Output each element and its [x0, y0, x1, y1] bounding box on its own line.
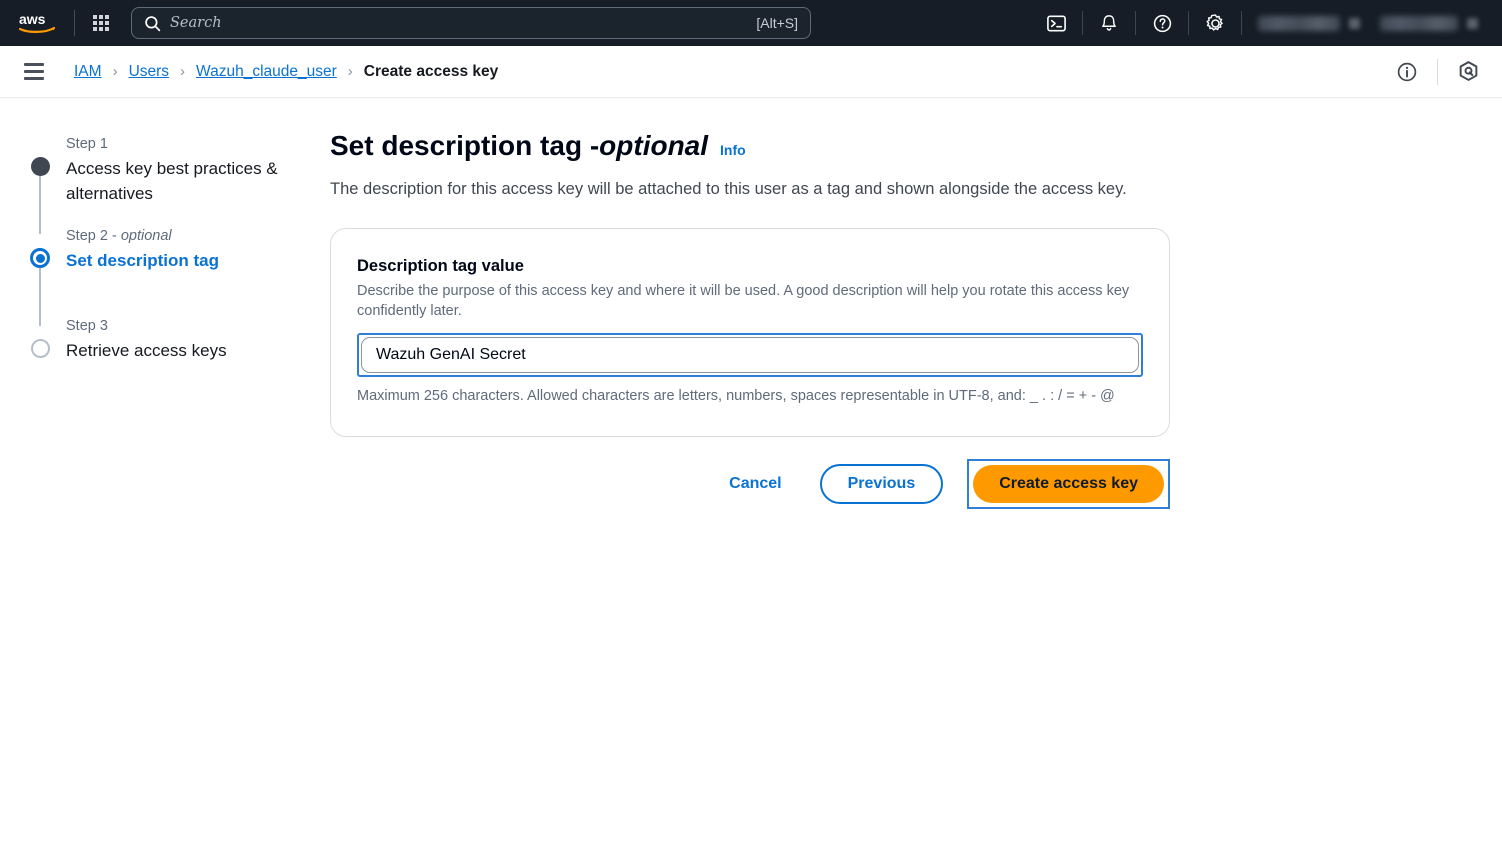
- cancel-button[interactable]: Cancel: [711, 465, 799, 503]
- page-body: Step 1 Access key best practices & alter…: [0, 98, 1502, 509]
- description-tag-input[interactable]: [361, 337, 1139, 373]
- nav-separator: [1082, 11, 1083, 35]
- info-circle-icon[interactable]: [1389, 54, 1425, 90]
- breadcrumb-item-users[interactable]: Users: [129, 63, 169, 81]
- region-label-redacted: [1258, 15, 1340, 31]
- help-question-icon[interactable]: [1142, 6, 1182, 40]
- stepper-step-2-title[interactable]: Set description tag: [66, 248, 330, 273]
- stepper-step-1-label: Step 1: [66, 134, 330, 154]
- search-shortcut-hint: [Alt+S]: [756, 15, 798, 31]
- nav-divider: [74, 10, 75, 36]
- breadcrumb-right-group: [1389, 54, 1486, 90]
- amazon-q-icon[interactable]: [1450, 54, 1486, 90]
- description-tag-input-focus-ring: [357, 333, 1143, 377]
- nav-separator: [1135, 11, 1136, 35]
- description-tag-value-hint: Describe the purpose of this access key …: [357, 283, 1130, 319]
- settings-gear-icon[interactable]: [1195, 6, 1235, 40]
- description-tag-value-label: Description tag value: [357, 257, 524, 275]
- search-input[interactable]: Search [Alt+S]: [131, 7, 811, 39]
- stepper-step-2[interactable]: Step 2 - optional Set description tag: [30, 226, 330, 326]
- chevron-down-icon: [1349, 17, 1360, 29]
- cloudshell-icon[interactable]: [1036, 6, 1076, 40]
- stepper-connector-line: [39, 174, 41, 234]
- page-title-optional: optional: [599, 130, 709, 161]
- notifications-bell-icon[interactable]: [1089, 6, 1129, 40]
- stepper-step-2-label-text: Step 2 -: [66, 228, 121, 244]
- nav-separator: [1188, 11, 1189, 35]
- breadcrumb-item-iam[interactable]: IAM: [74, 63, 102, 81]
- breadcrumb-separator-icon: ›: [112, 63, 118, 80]
- wizard-action-buttons: Cancel Previous Create access key: [330, 459, 1170, 509]
- create-access-key-focus-ring: Create access key: [967, 459, 1170, 509]
- region-selector[interactable]: [1248, 6, 1370, 40]
- create-access-key-button[interactable]: Create access key: [973, 465, 1164, 503]
- apps-grid-icon[interactable]: [85, 7, 117, 39]
- previous-button[interactable]: Previous: [819, 464, 944, 504]
- breadcrumb: IAM › Users › Wazuh_claude_user › Create…: [74, 63, 498, 81]
- search-placeholder: Search: [170, 15, 222, 31]
- stepper-step-3[interactable]: Step 3 Retrieve access keys: [30, 316, 330, 374]
- main-content: Set description tag - optional Info The …: [330, 128, 1230, 509]
- aws-logo[interactable]: aws: [16, 10, 60, 36]
- stepper-marker-todo: [30, 338, 50, 358]
- breadcrumb-divider: [1437, 58, 1438, 85]
- stepper-marker-current: [30, 248, 50, 268]
- account-label-redacted: [1380, 15, 1458, 31]
- stepper-step-3-label-text: Step 3: [66, 318, 108, 334]
- stepper-step-1[interactable]: Step 1 Access key best practices & alter…: [30, 134, 330, 234]
- page-title-main: Set description tag -: [330, 130, 600, 161]
- breadcrumb-bar: IAM › Users › Wazuh_claude_user › Create…: [0, 46, 1502, 98]
- chevron-down-icon: [1467, 17, 1478, 29]
- description-tag-card: Description tag value Describe the purpo…: [330, 228, 1170, 437]
- stepper-step-3-label: Step 3: [66, 316, 330, 336]
- page-description: The description for this access key will…: [330, 180, 1127, 198]
- stepper-step-3-title[interactable]: Retrieve access keys: [66, 338, 330, 363]
- hamburger-menu-icon[interactable]: [24, 59, 50, 85]
- description-tag-constraint-text: Maximum 256 characters. Allowed characte…: [357, 388, 1115, 404]
- stepper-marker-done: [30, 156, 50, 176]
- nav-separator: [1241, 11, 1242, 35]
- search-icon: [144, 15, 161, 32]
- stepper-step-2-label: Step 2 - optional: [66, 226, 330, 246]
- top-nav-right-group: [1036, 0, 1488, 46]
- breadcrumb-item-user[interactable]: Wazuh_claude_user: [196, 63, 337, 81]
- breadcrumb-separator-icon: ›: [347, 63, 353, 80]
- stepper-step-2-optional-text: optional: [120, 228, 172, 244]
- svg-text:aws: aws: [19, 11, 46, 27]
- stepper-step-1-title[interactable]: Access key best practices & alternatives: [66, 156, 330, 206]
- breadcrumb-item-current: Create access key: [363, 62, 499, 80]
- top-navigation-bar: aws Search [Alt+S]: [0, 0, 1502, 46]
- stepper-step-1-label-text: Step 1: [66, 136, 108, 152]
- info-link[interactable]: Info: [720, 132, 746, 168]
- page-title: Set description tag - optional Info: [330, 128, 1170, 168]
- account-menu[interactable]: [1370, 6, 1488, 40]
- breadcrumb-separator-icon: ›: [180, 63, 186, 80]
- wizard-stepper: Step 1 Access key best practices & alter…: [0, 128, 330, 509]
